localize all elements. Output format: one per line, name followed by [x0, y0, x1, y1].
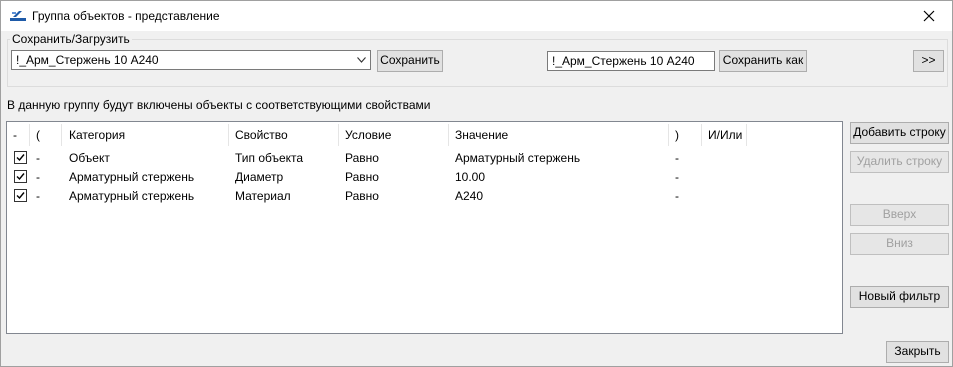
- cell-close-paren: -: [675, 170, 679, 184]
- cell-category: Арматурный стержень: [69, 170, 195, 184]
- dialog-window: Группа объектов - представление Сохранит…: [0, 0, 953, 367]
- header-condition: Условие: [345, 128, 392, 142]
- cell-category: Арматурный стержень: [69, 189, 195, 203]
- filter-table[interactable]: - ( Категория Свойство Условие Значение …: [6, 121, 843, 334]
- cell-close-paren: -: [675, 151, 679, 165]
- table-row[interactable]: - Арматурный стержень Материал Равно A24…: [7, 186, 842, 205]
- cell-property: Материал: [235, 189, 291, 203]
- header-property: Свойство: [235, 128, 288, 142]
- cell-open-paren: -: [36, 189, 40, 203]
- chevron-down-icon: [357, 57, 366, 63]
- preset-combobox[interactable]: !_Арм_Стержень 10 А240: [11, 50, 371, 70]
- header-value: Значение: [455, 128, 509, 142]
- header-category: Категория: [69, 128, 126, 142]
- close-button[interactable]: Закрыть: [886, 341, 949, 363]
- info-text: В данную группу будут включены объекты с…: [7, 98, 431, 112]
- header-dash: -: [13, 128, 17, 142]
- more-button[interactable]: >>: [913, 50, 944, 72]
- cell-category: Объект: [69, 151, 110, 165]
- window-title: Группа объектов - представление: [32, 9, 220, 23]
- save-as-button[interactable]: Сохранить как: [719, 50, 807, 72]
- cell-condition: Равно: [345, 170, 379, 184]
- preset-selected-value: !_Арм_Стержень 10 А240: [16, 53, 159, 67]
- save-load-legend: Сохранить/Загрузить: [10, 32, 132, 46]
- header-and-or: И/Или: [708, 128, 743, 142]
- cell-condition: Равно: [345, 151, 379, 165]
- close-icon: [923, 10, 935, 22]
- checkmark-icon: [16, 154, 25, 162]
- cell-close-paren: -: [675, 189, 679, 203]
- row-checkbox[interactable]: [14, 151, 27, 164]
- table-row[interactable]: - Объект Тип объекта Равно Арматурный ст…: [7, 148, 842, 167]
- delete-row-button[interactable]: Удалить строку: [850, 151, 949, 173]
- table-row[interactable]: - Арматурный стержень Диаметр Равно 10.0…: [7, 167, 842, 186]
- cell-open-paren: -: [36, 170, 40, 184]
- save-as-name-field[interactable]: !_Арм_Стержень 10 А240: [547, 51, 715, 71]
- checkmark-icon: [16, 192, 25, 200]
- save-button[interactable]: Сохранить: [377, 50, 443, 72]
- cell-condition: Равно: [345, 189, 379, 203]
- cell-property: Диаметр: [235, 170, 284, 184]
- cell-property: Тип объекта: [235, 151, 304, 165]
- app-icon: [10, 9, 26, 23]
- table-header: - ( Категория Свойство Условие Значение …: [7, 122, 842, 146]
- title-bar: Группа объектов - представление: [1, 1, 952, 31]
- move-down-button[interactable]: Вниз: [850, 233, 949, 255]
- header-close-paren: ): [675, 128, 679, 142]
- row-checkbox[interactable]: [14, 189, 27, 202]
- cell-value: A240: [455, 189, 484, 203]
- cell-open-paren: -: [36, 151, 40, 165]
- checkmark-icon: [16, 173, 25, 181]
- header-open-paren: (: [36, 128, 40, 142]
- row-checkbox[interactable]: [14, 170, 27, 183]
- move-up-button[interactable]: Вверх: [850, 204, 949, 226]
- add-row-button[interactable]: Добавить строку: [850, 122, 949, 144]
- cell-value: 10.00: [455, 170, 486, 184]
- new-filter-button[interactable]: Новый фильтр: [850, 286, 949, 308]
- close-window-button[interactable]: [906, 1, 952, 31]
- save-as-name-value: !_Арм_Стержень 10 А240: [552, 54, 695, 68]
- cell-value: Арматурный стержень: [455, 151, 581, 165]
